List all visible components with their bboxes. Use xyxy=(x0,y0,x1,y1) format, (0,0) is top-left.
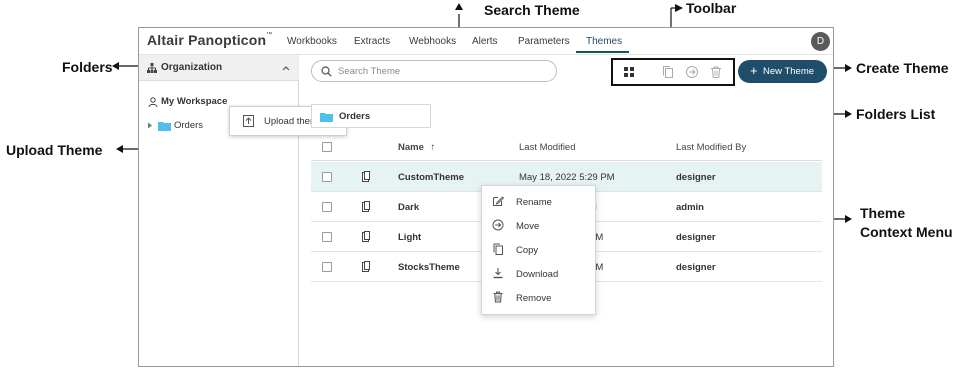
annotation-upload-theme: Upload Theme xyxy=(6,142,103,158)
new-theme-button[interactable]: + New Theme xyxy=(738,60,827,83)
search-input-wrapper[interactable] xyxy=(311,60,557,82)
menu-item-label: Download xyxy=(516,269,559,280)
sidebar-folders: Organization My Workspace Orders Upload … xyxy=(139,55,347,366)
tab-parameters[interactable]: Parameters xyxy=(518,36,570,47)
theme-file-icon xyxy=(362,201,370,212)
theme-file-icon xyxy=(362,171,370,182)
row-checkbox[interactable] xyxy=(322,262,332,272)
table-header: Name ↑ Last Modified Last Modified By xyxy=(311,133,822,161)
tab-alerts[interactable]: Alerts xyxy=(472,36,498,47)
edit-icon xyxy=(493,196,504,206)
select-all-checkbox[interactable] xyxy=(322,142,332,152)
annotation-create-theme: Create Theme xyxy=(856,60,949,76)
theme-last-modified: May 18, 2022 5:29 PM xyxy=(519,172,615,183)
brand-logo: Altair Panopticon™ xyxy=(147,32,273,48)
column-header-last-modified-by[interactable]: Last Modified By xyxy=(676,142,746,153)
menu-item-move[interactable]: Move xyxy=(482,214,597,238)
toolbar xyxy=(611,58,735,86)
folder-card-label: Orders xyxy=(339,111,371,122)
sidebar-item-orders[interactable]: Orders xyxy=(174,120,203,131)
menu-item-label: Move xyxy=(516,221,540,232)
menu-item-label: Rename xyxy=(516,197,552,208)
organization-selector[interactable]: Organization xyxy=(139,55,299,81)
new-theme-label: New Theme xyxy=(763,66,815,77)
annotation-theme-context-menu-line2: Context Menu xyxy=(860,224,953,240)
theme-last-modified-by: designer xyxy=(676,262,716,273)
folder-icon xyxy=(158,122,171,131)
theme-file-icon xyxy=(362,261,370,272)
trash-icon xyxy=(493,291,503,303)
theme-name: Light xyxy=(398,232,422,243)
annotation-folders-list: Folders List xyxy=(856,106,936,122)
theme-last-modified-by: admin xyxy=(676,202,704,213)
user-icon xyxy=(148,97,158,107)
annotation-toolbar: Toolbar xyxy=(686,0,737,16)
theme-last-modified-by: designer xyxy=(676,232,716,243)
copy-icon[interactable] xyxy=(661,65,675,79)
menu-item-remove[interactable]: Remove xyxy=(482,286,597,310)
organization-icon xyxy=(147,63,157,73)
menu-item-copy[interactable]: Copy xyxy=(482,238,597,262)
annotation-theme-context-menu-line1: Theme xyxy=(860,205,906,221)
search-input[interactable] xyxy=(338,65,548,78)
expand-arrow-icon[interactable] xyxy=(147,122,153,129)
tab-webhooks[interactable]: Webhooks xyxy=(409,36,456,47)
theme-name: Dark xyxy=(398,202,420,213)
move-icon[interactable] xyxy=(685,65,699,79)
download-icon xyxy=(493,268,503,279)
move-icon xyxy=(492,219,504,231)
copy-icon xyxy=(493,243,503,255)
tab-themes[interactable]: Themes xyxy=(586,36,622,47)
theme-name: StocksTheme xyxy=(398,262,460,273)
active-tab-indicator xyxy=(576,51,629,53)
trash-icon[interactable] xyxy=(709,65,723,79)
my-workspace-item[interactable]: My Workspace xyxy=(161,96,227,107)
organization-label: Organization xyxy=(161,62,223,73)
theme-context-menu: Rename Move Copy Download Remove xyxy=(481,185,596,315)
column-header-name[interactable]: Name ↑ xyxy=(398,142,435,153)
theme-last-modified-by: designer xyxy=(676,172,716,183)
menu-item-rename[interactable]: Rename xyxy=(482,190,597,214)
theme-name: CustomTheme xyxy=(398,172,464,183)
tab-extracts[interactable]: Extracts xyxy=(354,36,390,47)
grid-view-icon[interactable] xyxy=(622,65,636,79)
row-checkbox[interactable] xyxy=(322,202,332,212)
plus-icon: + xyxy=(750,63,758,78)
annotation-folders: Folders xyxy=(62,59,113,75)
menu-item-label: Copy xyxy=(516,245,539,256)
top-nav-bar: Altair Panopticon™ Workbooks Extracts We… xyxy=(139,28,833,55)
row-checkbox[interactable] xyxy=(322,172,332,182)
folder-card-orders[interactable]: Orders xyxy=(311,104,431,128)
tab-workbooks[interactable]: Workbooks xyxy=(287,36,337,47)
annotation-search-theme: Search Theme xyxy=(484,2,580,18)
column-header-last-modified[interactable]: Last Modified xyxy=(519,142,576,153)
menu-item-label: Remove xyxy=(516,293,552,304)
upload-icon xyxy=(243,115,254,127)
sort-asc-icon: ↑ xyxy=(430,142,436,153)
row-checkbox[interactable] xyxy=(322,232,332,242)
app-window: Altair Panopticon™ Workbooks Extracts We… xyxy=(138,27,834,367)
menu-item-download[interactable]: Download xyxy=(482,262,597,286)
chevron-up-icon[interactable] xyxy=(282,65,290,71)
theme-file-icon xyxy=(362,231,370,242)
avatar[interactable]: D xyxy=(811,32,830,51)
folder-icon xyxy=(320,113,333,122)
search-icon xyxy=(321,66,332,77)
